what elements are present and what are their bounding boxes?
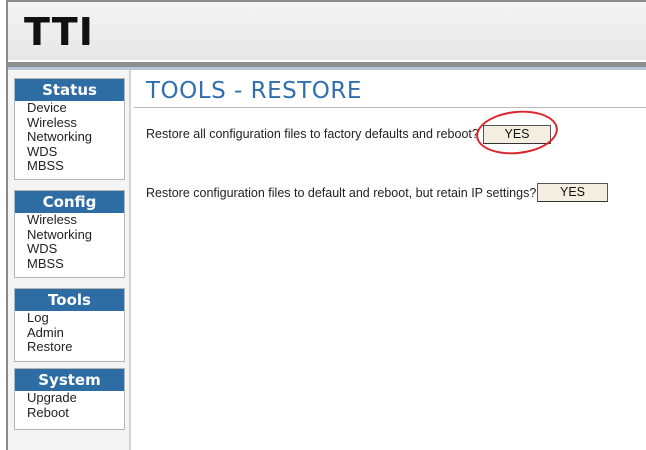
- nav-item-mbss[interactable]: MBSS: [15, 158, 124, 174]
- nav-section-config: Config Wireless Networking WDS MBSS: [14, 190, 125, 278]
- nav-item-config-networking[interactable]: Networking: [15, 227, 124, 243]
- header: TTI: [8, 0, 646, 60]
- nav-section-status: Status Device Wireless Networking WDS MB…: [14, 78, 125, 180]
- highlight-circle: [473, 106, 561, 159]
- nav-heading-status: Status: [15, 79, 124, 101]
- restore-retain-ip-label: Restore configuration files to default a…: [146, 186, 537, 200]
- nav-section-tools: Tools Log Admin Restore: [14, 288, 125, 362]
- nav-item-config-wds[interactable]: WDS: [15, 241, 124, 257]
- nav-item-wds[interactable]: WDS: [15, 144, 124, 160]
- nav-item-config-wireless[interactable]: Wireless: [15, 212, 124, 228]
- nav-heading-config: Config: [15, 191, 124, 213]
- nav-item-admin[interactable]: Admin: [15, 325, 124, 341]
- restore-factory-label: Restore all configuration files to facto…: [146, 127, 479, 141]
- nav-item-restore[interactable]: Restore: [15, 339, 124, 355]
- nav-item-config-mbss[interactable]: MBSS: [15, 256, 124, 272]
- nav-item-log[interactable]: Log: [15, 310, 124, 326]
- nav-item-networking[interactable]: Networking: [15, 129, 124, 145]
- page-title: TOOLS - RESTORE: [146, 78, 362, 104]
- nav-item-device[interactable]: Device: [15, 100, 124, 116]
- nav-item-upgrade[interactable]: Upgrade: [15, 390, 124, 406]
- nav-heading-tools: Tools: [15, 289, 124, 311]
- title-divider: [134, 107, 646, 108]
- nav-heading-system: System: [15, 369, 124, 391]
- restore-retain-ip-yes-button[interactable]: YES: [537, 183, 608, 202]
- sidebar-divider: [129, 70, 131, 450]
- nav-section-system: System Upgrade Reboot: [14, 368, 125, 430]
- nav-item-wireless[interactable]: Wireless: [15, 115, 124, 131]
- logo: TTI: [24, 10, 94, 54]
- nav-item-reboot[interactable]: Reboot: [15, 405, 124, 421]
